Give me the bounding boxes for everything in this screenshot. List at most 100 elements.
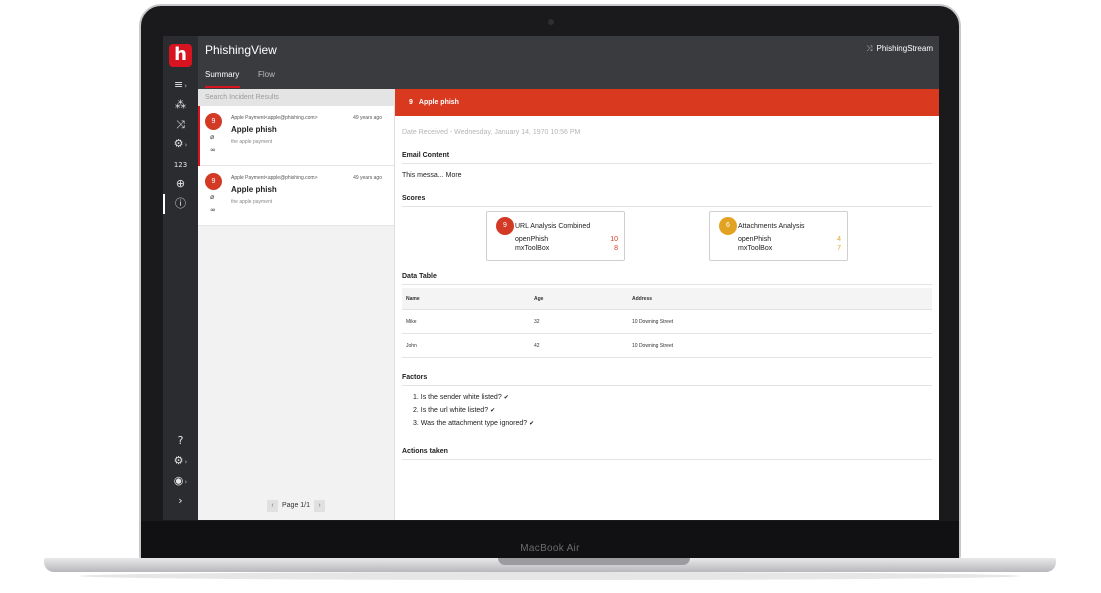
alert-nav-item[interactable]: ⓘ: [163, 195, 198, 213]
paperclip-icon: ⌀: [210, 193, 215, 201]
chevron-right-icon: ›: [184, 478, 188, 486]
gear-nav-item[interactable]: ⚙›: [163, 135, 198, 153]
table-row: John 42 10 Downing Street: [402, 334, 932, 358]
factor-text: 2. Is the url white listed?: [413, 407, 489, 414]
table-cell: 10 Downing Street: [632, 343, 674, 349]
paperclip-icon: ⌀: [210, 133, 215, 141]
factors-list: 1. Is the sender white listed? ✔ 2. Is the…: [413, 394, 534, 433]
chevron-right-icon: ›: [184, 141, 188, 149]
timestamp: 49 years ago: [353, 175, 382, 181]
screen-bezel: MacBook Air: [141, 521, 959, 559]
score-source: mxToolBox: [738, 245, 773, 252]
score-value: 4: [837, 236, 841, 243]
icon-rail: h ≡› ⁂ ⤨ ⚙› 123 ⊕ ⓘ? ⚙› ◉› ›: [163, 36, 198, 520]
severity-badge: 9: [205, 113, 222, 130]
tab-flow[interactable]: Flow: [258, 70, 275, 79]
next-page-button[interactable]: ›: [314, 499, 326, 512]
score-row: mxToolBox 7: [738, 245, 841, 252]
table-row: Mike 32 10 Downing Street: [402, 310, 932, 334]
stream-link[interactable]: ⤨ PhishingStream: [866, 44, 933, 54]
table-cell: 10 Downing Street: [632, 319, 674, 325]
incident-header: 9 Apple phish: [395, 89, 939, 116]
score-card: 6 Attachments Analysis openPhish 4 mxToolBox…: [709, 211, 848, 261]
more-link[interactable]: More: [446, 172, 462, 179]
score-value: 7: [837, 245, 841, 252]
factor-text: 3. Was the attachment type ignored?: [413, 420, 528, 427]
score-source: mxToolBox: [515, 245, 550, 252]
user-nav-item[interactable]: ◉›: [163, 472, 198, 490]
chevron-right-icon: ›: [184, 458, 188, 466]
score-source: openPhish: [515, 236, 549, 243]
score-source: openPhish: [738, 236, 772, 243]
score-row: mxToolBox 8: [515, 245, 618, 252]
shuffle-nav-item[interactable]: ⤨: [163, 116, 198, 134]
table-header-row: Name Age Address: [402, 288, 932, 310]
search-input[interactable]: Search Incident Results: [198, 89, 395, 106]
hierarchy-icon: ⁂: [175, 98, 186, 111]
table-cell: 42: [534, 343, 540, 349]
expand-icon: ›: [178, 494, 183, 507]
laptop-shadow: [80, 572, 1020, 580]
numbers-icon: 123: [173, 161, 188, 169]
preview-text: the apple payment: [231, 139, 273, 145]
section-divider: [402, 206, 932, 207]
settings-icon: ⚙: [173, 454, 184, 467]
severity-badge: 9: [205, 173, 222, 190]
link-icon: ∞: [210, 146, 216, 154]
crosshair-icon: ⊕: [175, 177, 186, 190]
section-factors: Factors: [402, 374, 428, 381]
device-label: MacBook Air: [520, 543, 580, 554]
brand-logo[interactable]: h: [169, 44, 192, 67]
gear-icon: ⚙: [173, 137, 184, 150]
check-icon: ✔: [529, 420, 535, 427]
settings-nav-item[interactable]: ⚙›: [163, 452, 198, 470]
incident-list-item[interactable]: 9 ⌀ ∞ Apple Payment<apple@phishing.com> 49 y…: [198, 166, 394, 226]
data-table: Name Age Address Mike 32 10 Downing Street Joh…: [402, 288, 932, 358]
chevron-right-icon: ›: [184, 82, 188, 90]
subject: Apple phish: [231, 125, 277, 134]
section-email-content: Email Content: [402, 152, 450, 159]
user-icon: ◉: [173, 474, 184, 487]
database-icon: ≡: [173, 78, 184, 91]
check-icon: ✔: [490, 407, 496, 414]
section-divider: [402, 284, 932, 285]
hierarchy-nav-item[interactable]: ⁂: [163, 96, 198, 114]
table-cell: 32: [534, 319, 540, 325]
link-icon: ∞: [210, 206, 216, 214]
score-title: Attachments Analysis: [738, 223, 805, 230]
column-header: Age: [534, 296, 544, 302]
crosshair-nav-item[interactable]: ⊕: [163, 175, 198, 193]
alert-icon: ⓘ: [175, 197, 186, 210]
pagination: ‹ Page 1/1 ›: [267, 499, 326, 512]
shuffle-icon: ⤨: [176, 118, 185, 131]
score-badge: 9: [496, 217, 514, 235]
score-card: 9 URL Analysis Combined openPhish 10 mxToolB…: [486, 211, 625, 261]
section-actions-taken: Actions taken: [402, 448, 448, 455]
active-tab-underline: [205, 86, 240, 88]
section-divider: [402, 459, 932, 460]
rail-active-indicator: [163, 194, 165, 214]
prev-page-button[interactable]: ‹: [267, 499, 278, 512]
incident-title: Apple phish: [418, 99, 459, 106]
section-scores: Scores: [402, 195, 426, 202]
laptop-base: [44, 558, 1056, 572]
stream-name: PhishingStream: [876, 44, 933, 53]
incident-list-item[interactable]: 9 ⌀ ∞ Apple Payment<apple@phishing.com> 49 y…: [198, 106, 394, 166]
preview-text: the apple payment: [231, 199, 273, 205]
numbers-nav-item[interactable]: 123: [163, 155, 198, 173]
column-header: Name: [406, 296, 420, 302]
sender: Apple Payment<apple@phishing.com>: [231, 175, 318, 181]
section-divider: [402, 163, 932, 164]
help-nav-item[interactable]: ?: [163, 432, 198, 450]
factor-item: 1. Is the sender white listed? ✔: [413, 394, 534, 407]
subject: Apple phish: [231, 185, 277, 194]
database-nav-item[interactable]: ≡›: [163, 76, 198, 94]
base-notch: [498, 558, 690, 565]
factor-text: 1. Is the sender white listed?: [413, 394, 502, 401]
expand-nav-item[interactable]: ›: [163, 492, 198, 510]
tab-summary[interactable]: Summary: [205, 70, 239, 79]
score-row: openPhish 10: [515, 236, 618, 243]
check-icon: ✔: [503, 394, 509, 401]
score-value: 10: [610, 236, 618, 243]
help-icon: ?: [177, 434, 184, 447]
